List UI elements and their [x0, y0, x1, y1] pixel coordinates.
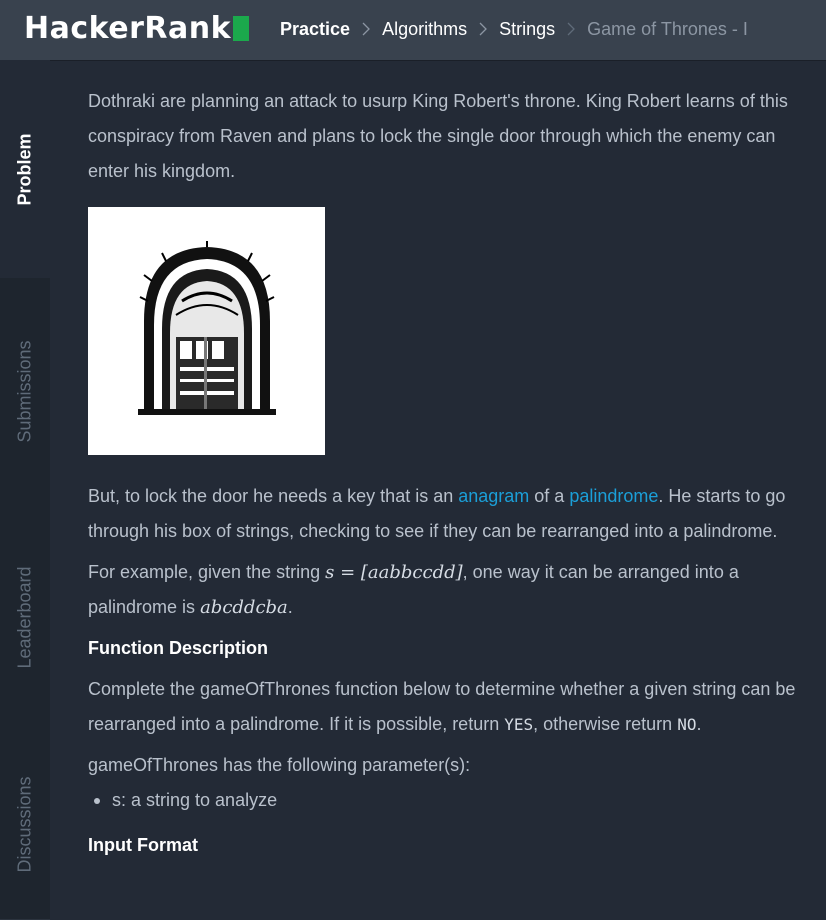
no-code: NO [677, 715, 697, 734]
example-text-end: . [287, 597, 293, 617]
side-tabs: Problem Submissions Leaderboard Discussi… [0, 60, 50, 920]
tab-discussions[interactable]: Discussions [0, 730, 50, 920]
example-paragraph: For example, given the string s = [aabbc… [88, 555, 798, 625]
key-text-middle: of a [529, 486, 570, 506]
func-text-end: . [696, 714, 702, 734]
breadcrumb-strings[interactable]: Strings [499, 19, 555, 40]
tab-leaderboard-label: Leaderboard [14, 565, 35, 669]
yes-code: YES [504, 715, 534, 734]
breadcrumb-practice[interactable]: Practice [280, 19, 350, 40]
tab-leaderboard[interactable]: Leaderboard [0, 504, 50, 731]
logo-cursor-block [233, 16, 250, 41]
door-image [88, 207, 325, 455]
anagram-link[interactable]: anagram [458, 486, 529, 506]
problem-statement: Dothraki are planning an attack to usurp… [88, 84, 798, 869]
list-item: s: a string to analyze [94, 783, 798, 818]
chevron-right-icon [362, 22, 370, 36]
tab-problem-label: Problem [14, 132, 35, 206]
example-math-output: abcddcba [200, 597, 288, 618]
breadcrumb-algorithms[interactable]: Algorithms [382, 19, 467, 40]
example-text-start: For example, given the string [88, 562, 326, 582]
intro-paragraph: Dothraki are planning an attack to usurp… [88, 91, 788, 181]
tab-submissions[interactable]: Submissions [0, 278, 50, 505]
tab-discussions-label: Discussions [14, 776, 35, 873]
breadcrumb-current: Game of Thrones - I [587, 18, 748, 39]
top-navbar: HackerRank Practice Algorithms Strings G… [0, 0, 826, 60]
function-description-heading: Function Description [88, 638, 268, 658]
logo-text: HackerRank [24, 11, 232, 46]
tab-problem[interactable]: Problem [0, 60, 50, 279]
example-math-input: s = [aabbccdd] [325, 562, 463, 583]
chevron-right-icon [567, 22, 576, 36]
func-text-middle: , otherwise return [533, 714, 678, 734]
palindrome-link[interactable]: palindrome [569, 486, 658, 506]
castle-door-illustration [137, 241, 276, 415]
params-intro: gameOfThrones has the following paramete… [88, 755, 471, 775]
key-paragraph: But, to lock the door he needs a key tha… [88, 479, 798, 549]
key-text-start: But, to lock the door he needs a key tha… [88, 486, 459, 506]
tab-submissions-label: Submissions [14, 339, 35, 443]
function-description-paragraph: Complete the gameOfThrones function belo… [88, 672, 798, 742]
hackerrank-logo[interactable]: HackerRank [24, 10, 250, 48]
breadcrumb: Practice Algorithms Strings Game of Thro… [280, 0, 748, 58]
params-list: s: a string to analyze [88, 783, 798, 818]
input-format-heading: Input Format [88, 835, 198, 855]
chevron-right-icon [479, 22, 488, 36]
